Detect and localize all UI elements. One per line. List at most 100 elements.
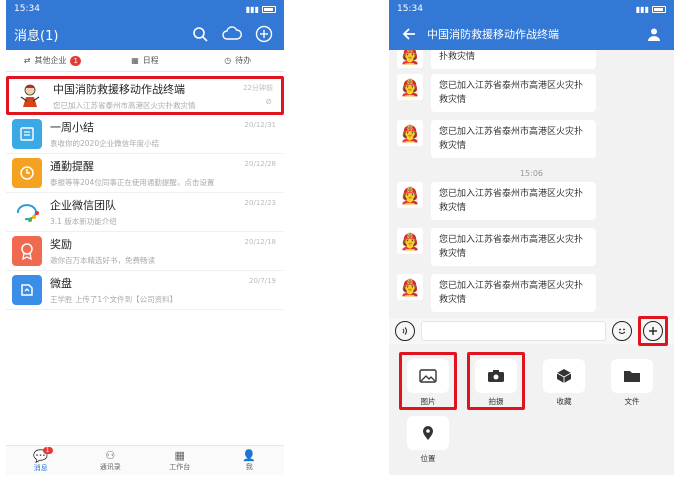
image-icon [407, 359, 449, 393]
nav-contacts[interactable]: ⚇ 通讯录 [76, 446, 146, 475]
nav-workbench[interactable]: ▦ 工作台 [145, 446, 215, 475]
wecom-icon [12, 197, 42, 227]
conversation-fire-rescue[interactable]: 中国消防救援移动作战终端 您已加入江苏省泰州市高港区火灾扑救灾情 22分钟前 ⊘ [6, 76, 284, 115]
signal-icon: ▮▮▮ [636, 5, 666, 14]
conversation-time: 20/12/31 [244, 121, 276, 129]
check-circle-icon: ◷ [224, 56, 232, 65]
search-icon[interactable] [188, 22, 212, 46]
nav-me[interactable]: 👤 我 [215, 446, 285, 475]
conversation-award[interactable]: 奖励 邀你百万本精选好书，免费畅读 20/12/18 [6, 232, 284, 271]
tool-label: 位置 [420, 454, 436, 463]
conversation-snippet: 泰振等等204位同事正在使用通勤提醒，点击设置 [50, 178, 215, 187]
status-time: 15:34 [14, 4, 40, 14]
conversation-time: 20/12/23 [244, 199, 276, 207]
nav-badge: 1 [42, 447, 53, 454]
battery-icon [652, 5, 666, 13]
folder-icon [611, 359, 653, 393]
firefighter-icon: 🧑‍🚒 [397, 274, 423, 300]
clock-icon [12, 158, 42, 188]
message-bubble: 扑救灾情 [431, 50, 596, 69]
tool-image[interactable]: 图片 [399, 352, 457, 410]
conversation-drive[interactable]: 微盘 王学胜 上传了1个文件到【公司资料】 20/7/19 [6, 271, 284, 310]
firefighter-icon: 🧑‍🚒 [397, 120, 423, 146]
conversation-time: 20/12/18 [244, 238, 276, 246]
tab-label: 日程 [142, 56, 159, 65]
attachment-panel: 图片 拍摄 收藏 文件 位置 [389, 348, 674, 475]
message-row: 🧑‍🚒 您已加入江苏省泰州市高港区火灾扑救灾情 [389, 120, 674, 166]
conversation-list: 中国消防救援移动作战终端 您已加入江苏省泰州市高港区火灾扑救灾情 22分钟前 ⊘… [6, 76, 284, 310]
person-icon[interactable] [642, 22, 666, 46]
firefighter-icon [15, 80, 45, 111]
status-time: 15:34 [397, 4, 423, 14]
swap-icon: ⇄ [23, 56, 31, 65]
tab-todo[interactable]: ◷ 待办 [191, 55, 284, 66]
conversation-snippet: 您已加入江苏省泰州市高港区火灾扑救灾情 [53, 100, 196, 110]
tool-label: 图片 [420, 397, 436, 406]
cube-icon [543, 359, 585, 393]
battery-icon [262, 5, 276, 13]
firefighter-icon: 🧑‍🚒 [397, 228, 423, 254]
status-bar: 15:34 ▮▮▮ [6, 0, 284, 18]
tool-file[interactable]: 文件 [605, 355, 659, 411]
cloud-icon[interactable] [220, 22, 244, 46]
message-list-screen: 15:34 ▮▮▮ 消息(1) ⇄ 其他企业 1 ▦ 日程 ◷ 待办 中国消防救… [6, 0, 284, 475]
firefighter-icon: 🧑‍🚒 [397, 50, 423, 68]
conversation-time: 20/7/19 [249, 277, 276, 285]
chat-title: 中国消防救援移动作战终端 [427, 28, 559, 41]
message-input[interactable] [421, 321, 606, 341]
message-bubble: 您已加入江苏省泰州市高港区火灾扑救灾情 [431, 120, 596, 158]
conversation-time: 20/12/28 [244, 160, 276, 168]
conversation-commute[interactable]: 通勤提醒 泰振等等204位同事正在使用通勤提醒，点击设置 20/12/28 [6, 154, 284, 193]
tool-label: 收藏 [556, 397, 572, 406]
add-icon[interactable] [252, 22, 276, 46]
input-bar [389, 316, 674, 346]
conversation-name: 中国消防救援移动作战终端 [53, 82, 185, 96]
tool-favorites[interactable]: 收藏 [537, 355, 591, 411]
message-bubble: 您已加入江苏省泰州市高港区火灾扑救灾情 [431, 182, 596, 220]
message-row: 🧑‍🚒 您已加入江苏省泰州市高港区火灾扑救灾情 [389, 228, 674, 274]
firefighter-icon: 🧑‍🚒 [397, 74, 423, 100]
conversation-snippet: 袁收你的2020企业微信年度小结 [50, 139, 160, 148]
unread-badge: 1 [70, 55, 81, 66]
page-title: 消息(1) [14, 28, 59, 44]
calendar-icon: ▦ [131, 56, 139, 65]
conversation-snippet: 王学胜 上传了1个文件到【公司资料】 [50, 295, 178, 304]
tool-label: 拍摄 [488, 397, 504, 406]
message-row: 🧑‍🚒 您已加入江苏省泰州市高港区火灾扑救灾情 [389, 182, 674, 228]
message-row: 🧑‍🚒 扑救灾情 [389, 50, 674, 74]
message-area: 🧑‍🚒 扑救灾情 🧑‍🚒 您已加入江苏省泰州市高港区火灾扑救灾情 🧑‍🚒 您已加… [389, 50, 674, 312]
weekly-icon [12, 119, 42, 149]
voice-icon[interactable] [395, 321, 415, 341]
camera-icon [475, 359, 517, 393]
tab-schedule[interactable]: ▦ 日程 [99, 55, 192, 66]
signal-icon: ▮▮▮ [246, 5, 276, 14]
tab-label: 其他企业 [34, 56, 67, 65]
tool-location[interactable]: 位置 [401, 412, 455, 468]
tool-label: 文件 [624, 397, 640, 406]
message-timestamp: 15:06 [519, 169, 544, 178]
tool-camera[interactable]: 拍摄 [467, 352, 525, 410]
tab-label: 待办 [235, 56, 252, 65]
nav-messages[interactable]: 💬 1 消息 [6, 446, 76, 475]
conversation-name: 微盘 [50, 277, 72, 290]
tab-other-companies[interactable]: ⇄ 其他企业 1 [6, 55, 99, 66]
message-row: 🧑‍🚒 您已加入江苏省泰州市高港区火灾扑救灾情 [389, 74, 674, 120]
conversation-time: 22分钟前 [243, 84, 273, 92]
nav-label: 通讯录 [99, 463, 121, 471]
conversation-snippet: 邀你百万本精选好书，免费畅读 [50, 256, 155, 265]
award-icon [12, 236, 42, 266]
person-icon: 👤 [242, 449, 257, 462]
quick-tabs: ⇄ 其他企业 1 ▦ 日程 ◷ 待办 [6, 50, 284, 72]
message-row: 🧑‍🚒 您已加入江苏省泰州市高港区火灾扑救灾情 [389, 274, 674, 312]
app-bar: 消息(1) [6, 18, 284, 50]
nav-label: 我 [245, 463, 253, 471]
conversation-weekly[interactable]: 一周小结 袁收你的2020企业微信年度小结 20/12/31 [6, 115, 284, 154]
firefighter-icon: 🧑‍🚒 [397, 182, 423, 208]
message-bubble: 您已加入江苏省泰州市高港区火灾扑救灾情 [431, 74, 596, 112]
conversation-wecom-team[interactable]: 企业微信团队 3.1 版本新功能介绍 20/12/23 [6, 193, 284, 232]
back-arrow-icon[interactable] [397, 22, 421, 46]
more-button[interactable] [638, 316, 668, 346]
nav-label: 工作台 [169, 463, 191, 471]
emoji-icon[interactable] [612, 321, 632, 341]
nav-label: 消息 [33, 463, 48, 472]
